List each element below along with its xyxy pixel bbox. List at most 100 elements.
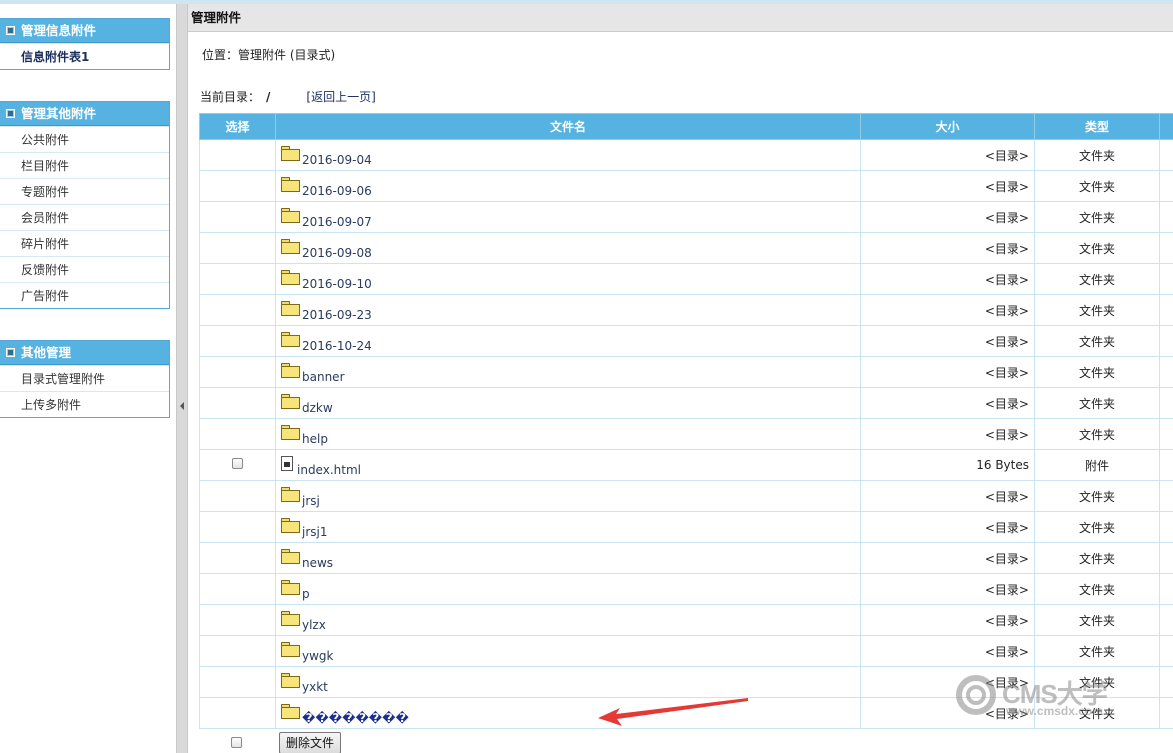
- table-row: p <目录> 文件夹: [199, 573, 1173, 605]
- size-cell: <目录>: [860, 480, 1035, 512]
- type-cell: 文件夹: [1034, 387, 1160, 419]
- menu-group-header[interactable]: 管理其他附件: [0, 102, 169, 126]
- sidebar-item-member[interactable]: 会员附件: [0, 204, 169, 230]
- sidebar-item-topic[interactable]: 专题附件: [0, 178, 169, 204]
- panel-splitter[interactable]: [176, 4, 188, 753]
- type-cell: 文件夹: [1034, 511, 1160, 543]
- file-name-link[interactable]: help: [302, 432, 328, 446]
- folder-icon: [281, 208, 300, 223]
- type-cell: 文件夹: [1034, 418, 1160, 450]
- select-cell: [199, 480, 276, 512]
- extra-cell: [1159, 480, 1173, 512]
- sidebar-item-feedback[interactable]: 反馈附件: [0, 256, 169, 282]
- sidebar-item-directory-manage[interactable]: 目录式管理附件: [0, 365, 169, 391]
- table-row: index.html 16 Bytes 附件: [199, 449, 1173, 481]
- select-cell: [199, 325, 276, 357]
- filename-cell: jrsj1: [275, 511, 861, 543]
- back-link[interactable]: [返回上一页]: [306, 90, 375, 104]
- folder-icon: [281, 270, 300, 285]
- filename-cell: banner: [275, 356, 861, 388]
- sidebar: 管理信息附件 信息附件表1 管理其他附件 公共附件 栏目附件 专题附件 会员附件…: [0, 4, 176, 753]
- filename-cell: 2016-09-07: [275, 201, 861, 233]
- file-name-link[interactable]: ywgk: [302, 649, 333, 663]
- filename-cell: ylzx: [275, 604, 861, 636]
- file-name-link[interactable]: 2016-09-10: [302, 277, 372, 291]
- collapse-arrow-icon[interactable]: [180, 402, 184, 410]
- type-cell: 文件夹: [1034, 480, 1160, 512]
- select-cell: [199, 356, 276, 388]
- size-cell: <目录>: [860, 387, 1035, 419]
- menu-group-header[interactable]: 管理信息附件: [0, 19, 169, 43]
- file-name-link[interactable]: yxkt: [302, 680, 328, 694]
- menu-group-header[interactable]: 其他管理: [0, 341, 169, 365]
- menu-group-other-attachments: 管理其他附件 公共附件 栏目附件 专题附件 会员附件 碎片附件 反馈附件 广告附…: [0, 101, 170, 309]
- sidebar-item-column[interactable]: 栏目附件: [0, 152, 169, 178]
- sidebar-item-info-attachment-table[interactable]: 信息附件表1: [0, 43, 169, 69]
- size-cell: <目录>: [860, 170, 1035, 202]
- extra-cell: [1159, 635, 1173, 667]
- file-name-link[interactable]: ��������: [302, 711, 409, 725]
- file-name-link[interactable]: jrsj1: [302, 525, 328, 539]
- filename-cell: 2016-10-24: [275, 325, 861, 357]
- filename-cell: ��������: [275, 697, 861, 729]
- sidebar-item-public[interactable]: 公共附件: [0, 126, 169, 152]
- extra-cell: [1159, 232, 1173, 264]
- table-row: ywgk <目录> 文件夹: [199, 635, 1173, 667]
- file-name-link[interactable]: 2016-09-06: [302, 184, 372, 198]
- watermark-url: www.cmsdx.com: [1006, 704, 1103, 718]
- file-name-link[interactable]: ylzx: [302, 618, 326, 632]
- file-name-link[interactable]: 2016-09-04: [302, 153, 372, 167]
- select-cell: [199, 604, 276, 636]
- table-row: jrsj1 <目录> 文件夹: [199, 511, 1173, 543]
- file-name-link[interactable]: 2016-10-24: [302, 339, 372, 353]
- size-cell: <目录>: [860, 201, 1035, 233]
- size-cell: <目录>: [860, 325, 1035, 357]
- table-row: banner <目录> 文件夹: [199, 356, 1173, 388]
- size-cell: <目录>: [860, 294, 1035, 326]
- filename-cell: index.html: [275, 449, 861, 481]
- select-cell: [199, 449, 276, 481]
- select-cell: [199, 232, 276, 264]
- filename-cell: help: [275, 418, 861, 450]
- file-name-link[interactable]: jrsj: [302, 494, 320, 508]
- type-cell: 文件夹: [1034, 170, 1160, 202]
- sidebar-item-upload-multiple[interactable]: 上传多附件: [0, 391, 169, 417]
- sidebar-item-ad[interactable]: 广告附件: [0, 282, 169, 308]
- type-cell: 文件夹: [1034, 356, 1160, 388]
- folder-icon: [281, 394, 300, 409]
- file-name-link[interactable]: 2016-09-07: [302, 215, 372, 229]
- extra-cell: [1159, 294, 1173, 326]
- extra-cell: [1159, 387, 1173, 419]
- type-cell: 文件夹: [1034, 635, 1160, 667]
- row-checkbox[interactable]: [232, 458, 243, 469]
- extra-cell: [1159, 139, 1173, 171]
- select-all-checkbox[interactable]: [231, 737, 242, 748]
- folder-icon: [281, 580, 300, 595]
- filename-cell: yxkt: [275, 666, 861, 698]
- filename-cell: 2016-09-10: [275, 263, 861, 295]
- select-cell: [199, 263, 276, 295]
- table-row: 2016-10-24 <目录> 文件夹: [199, 325, 1173, 357]
- folder-icon: [281, 425, 300, 440]
- file-name-link[interactable]: news: [302, 556, 333, 570]
- extra-cell: [1159, 666, 1173, 698]
- file-name-link[interactable]: index.html: [297, 463, 361, 477]
- folder-icon: [281, 518, 300, 533]
- col-header-type: 类型: [1034, 113, 1160, 140]
- delete-files-button[interactable]: 删除文件: [279, 732, 342, 753]
- sidebar-item-fragment[interactable]: 碎片附件: [0, 230, 169, 256]
- file-name-link[interactable]: p: [302, 587, 310, 601]
- type-cell: 文件夹: [1034, 573, 1160, 605]
- menu-group-title: 管理信息附件: [21, 22, 97, 38]
- file-icon: [281, 456, 293, 471]
- col-header-filename: 文件名: [275, 113, 861, 140]
- select-cell: [199, 387, 276, 419]
- collapse-box-icon: [6, 348, 15, 357]
- table-row: jrsj <目录> 文件夹: [199, 480, 1173, 512]
- file-name-link[interactable]: dzkw: [302, 401, 333, 415]
- file-name-link[interactable]: banner: [302, 370, 345, 384]
- extra-cell: [1159, 604, 1173, 636]
- file-name-link[interactable]: 2016-09-23: [302, 308, 372, 322]
- file-name-link[interactable]: 2016-09-08: [302, 246, 372, 260]
- collapse-box-icon: [6, 109, 15, 118]
